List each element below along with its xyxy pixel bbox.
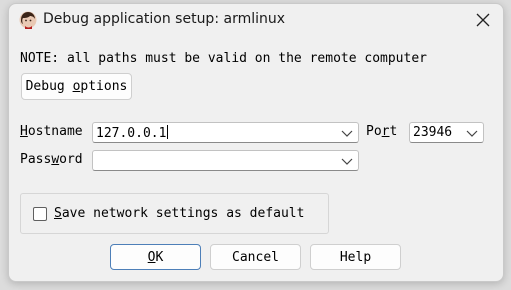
debug-options-button[interactable]: Debug o ptions [21, 73, 132, 100]
chevron-down-icon[interactable] [466, 128, 478, 138]
password-label-b: ord [59, 152, 83, 167]
title-bar[interactable]: Debug application setup: armlinux [9, 4, 503, 36]
hostname-label: Hostname [20, 124, 83, 139]
chevron-down-icon[interactable] [341, 128, 353, 138]
hostname-label-mnemonic: H [20, 124, 28, 139]
window-title: Debug application setup: armlinux [43, 11, 286, 27]
save-settings-label-rest: ave network settings as default [61, 206, 305, 221]
port-combobox[interactable]: 23946 [409, 122, 484, 143]
password-label-a: Pass [20, 152, 52, 167]
debug-options-label-b: ptions [80, 79, 128, 94]
hostname-label-rest: ostname [27, 124, 83, 139]
hostname-combobox[interactable]: 127.0.0.1 [92, 122, 359, 143]
chevron-down-icon[interactable] [341, 156, 353, 166]
ok-button[interactable]: OK [110, 244, 201, 270]
password-combobox[interactable] [92, 150, 359, 171]
debug-options-label-mnemonic: o [72, 79, 81, 94]
ok-label-rest: K [155, 249, 164, 265]
save-settings-label[interactable]: Save network settings as default [54, 206, 304, 221]
save-settings-mnemonic: S [54, 206, 62, 221]
port-value: 23946 [413, 125, 453, 140]
close-icon [476, 13, 490, 27]
password-label: Password [20, 152, 83, 167]
cancel-button[interactable]: Cancel [210, 244, 301, 270]
help-button[interactable]: Help [310, 244, 401, 270]
note-text: NOTE: all paths must be valid on the rem… [20, 51, 427, 66]
text-cursor [167, 125, 169, 139]
port-label-a: Po [366, 124, 382, 139]
ida-app-icon [19, 11, 37, 29]
port-label: Port [366, 124, 397, 139]
ok-label-mnemonic: O [147, 249, 156, 265]
hostname-value: 127.0.0.1 [96, 126, 167, 141]
port-label-b: t [389, 124, 398, 139]
close-button[interactable] [473, 10, 493, 30]
password-label-mnemonic: w [51, 152, 60, 167]
network-settings-group: Save network settings as default [20, 193, 329, 234]
debug-setup-dialog: Debug application setup: armlinux NOTE: … [8, 3, 504, 282]
save-settings-checkbox[interactable] [33, 207, 47, 221]
debug-options-label-a: Debug [25, 79, 73, 94]
